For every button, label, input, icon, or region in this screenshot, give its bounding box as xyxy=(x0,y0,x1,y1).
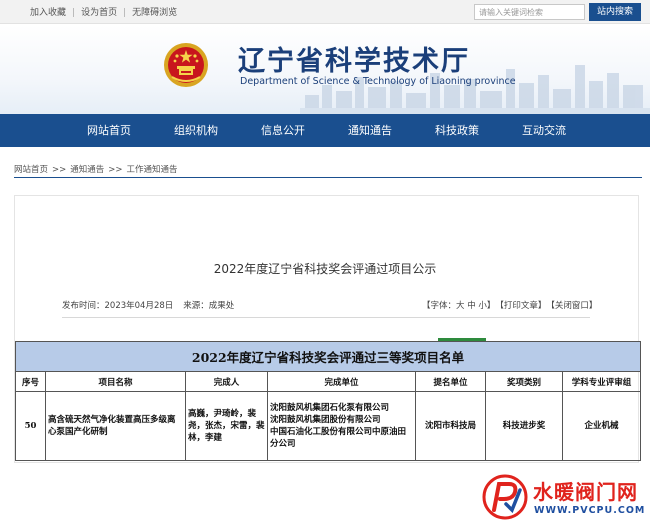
cell-people: 高巍，尹琦岭，裴尧，张杰，宋雷，裴林，李建 xyxy=(185,391,268,461)
close-window-button[interactable]: 【关闭窗口】 xyxy=(546,299,597,311)
site-header: 辽宁省科学技术厅 Department of Science & Technol… xyxy=(0,25,650,114)
breadcrumb-divider xyxy=(14,177,642,178)
set-homepage-link[interactable]: 设为首页 xyxy=(81,5,117,18)
cell-group: 企业机械 xyxy=(561,391,642,461)
watermark-url: WWW.PVCPU.COM xyxy=(534,505,646,516)
cell-category: 科技进步奖 xyxy=(485,391,563,461)
site-subtitle: Department of Science & Technology of Li… xyxy=(240,76,516,87)
unit-line: 中国石油化工股份有限公司中原油田分公司 xyxy=(270,427,407,449)
article-title: 2022年度辽宁省科技奖会评通过项目公示 xyxy=(213,262,437,276)
header-no: 序号 xyxy=(15,371,46,392)
nav-item-policy[interactable]: 科技政策 xyxy=(435,114,479,147)
table-header-row: 序号 项目名称 完成人 完成单位 提名单位 奖项类别 学科专业评审组 xyxy=(15,371,642,392)
top-links: 加入收藏 | 设为首页 | 无障碍浏览 xyxy=(30,5,177,18)
search-input[interactable] xyxy=(474,4,585,20)
top-link-divider: | xyxy=(72,8,76,18)
font-size-control[interactable]: 【字体：大 中 小】 xyxy=(422,299,495,311)
cell-nominator: 沈阳市科技局 xyxy=(415,391,486,461)
nav-item-organization[interactable]: 组织机构 xyxy=(174,114,218,147)
breadcrumb-separator: >> xyxy=(108,165,123,175)
top-link-divider: | xyxy=(123,8,127,18)
header-project: 项目名称 xyxy=(45,371,186,392)
header-people: 完成人 xyxy=(185,371,268,392)
breadcrumb-home[interactable]: 网站首页 xyxy=(14,165,48,175)
unit-line: 沈阳鼓风机集团石化泵有限公司 xyxy=(270,403,390,413)
article-tools: 【字体：大 中 小】【打印文章】【关闭窗口】 xyxy=(422,299,597,311)
print-article-button[interactable]: 【打印文章】 xyxy=(495,299,546,311)
header-units: 完成单位 xyxy=(267,371,416,392)
breadcrumb: 网站首页 >> 通知通告 >> 工作通知通告 xyxy=(14,163,178,175)
award-table: 2022年度辽宁省科技奖会评通过三等奖项目名单 序号 项目名称 完成人 完成单位… xyxy=(14,341,642,461)
watermark-name: 水暖阀门网 xyxy=(533,480,638,504)
site-title: 辽宁省科学技术厅 xyxy=(238,46,470,77)
cell-no: 50 xyxy=(15,391,46,461)
nav-item-disclosure[interactable]: 信息公开 xyxy=(261,114,305,147)
unit-line: 沈阳鼓风机集团股份有限公司 xyxy=(270,415,381,425)
watermark-logo-icon xyxy=(482,474,528,520)
meta-divider xyxy=(62,317,590,318)
breadcrumb-notices[interactable]: 通知通告 xyxy=(70,165,104,175)
article-source: 来源：成果处 xyxy=(183,301,235,311)
top-bar: 加入收藏 | 设为首页 | 无障碍浏览 站内搜索 xyxy=(0,0,650,24)
article-meta: 发布时间：2023年04月28日 来源：成果处 xyxy=(62,299,234,311)
add-favorite-link[interactable]: 加入收藏 xyxy=(30,5,66,18)
breadcrumb-separator: >> xyxy=(52,165,67,175)
table-row: 50 高含硫天然气净化装置高压多级离心泵国产化研制 高巍，尹琦岭，裴尧，张杰，宋… xyxy=(15,391,642,461)
main-nav: 网站首页 组织机构 信息公开 通知通告 科技政策 互动交流 xyxy=(0,114,650,147)
cell-project: 高含硫天然气净化装置高压多级离心泵国产化研制 xyxy=(45,391,186,461)
nav-item-notices[interactable]: 通知通告 xyxy=(348,114,392,147)
table-caption-row: 2022年度辽宁省科技奖会评通过三等奖项目名单 xyxy=(14,341,642,372)
table-caption: 2022年度辽宁省科技奖会评通过三等奖项目名单 xyxy=(14,341,642,372)
publish-time: 发布时间：2023年04月28日 xyxy=(62,301,174,311)
header-nominator: 提名单位 xyxy=(415,371,486,392)
national-emblem-icon xyxy=(164,43,208,87)
nav-item-interaction[interactable]: 互动交流 xyxy=(522,114,566,147)
cell-units: 沈阳鼓风机集团石化泵有限公司 沈阳鼓风机集团股份有限公司 中国石油化工股份有限公… xyxy=(267,391,416,461)
search-button[interactable]: 站内搜索 xyxy=(589,3,641,21)
breadcrumb-work-notices[interactable]: 工作通知通告 xyxy=(127,165,178,175)
accessibility-link[interactable]: 无障碍浏览 xyxy=(132,5,177,18)
header-category: 奖项类别 xyxy=(485,371,563,392)
nav-item-home[interactable]: 网站首页 xyxy=(87,114,131,147)
header-group: 学科专业评审组 xyxy=(561,371,642,392)
